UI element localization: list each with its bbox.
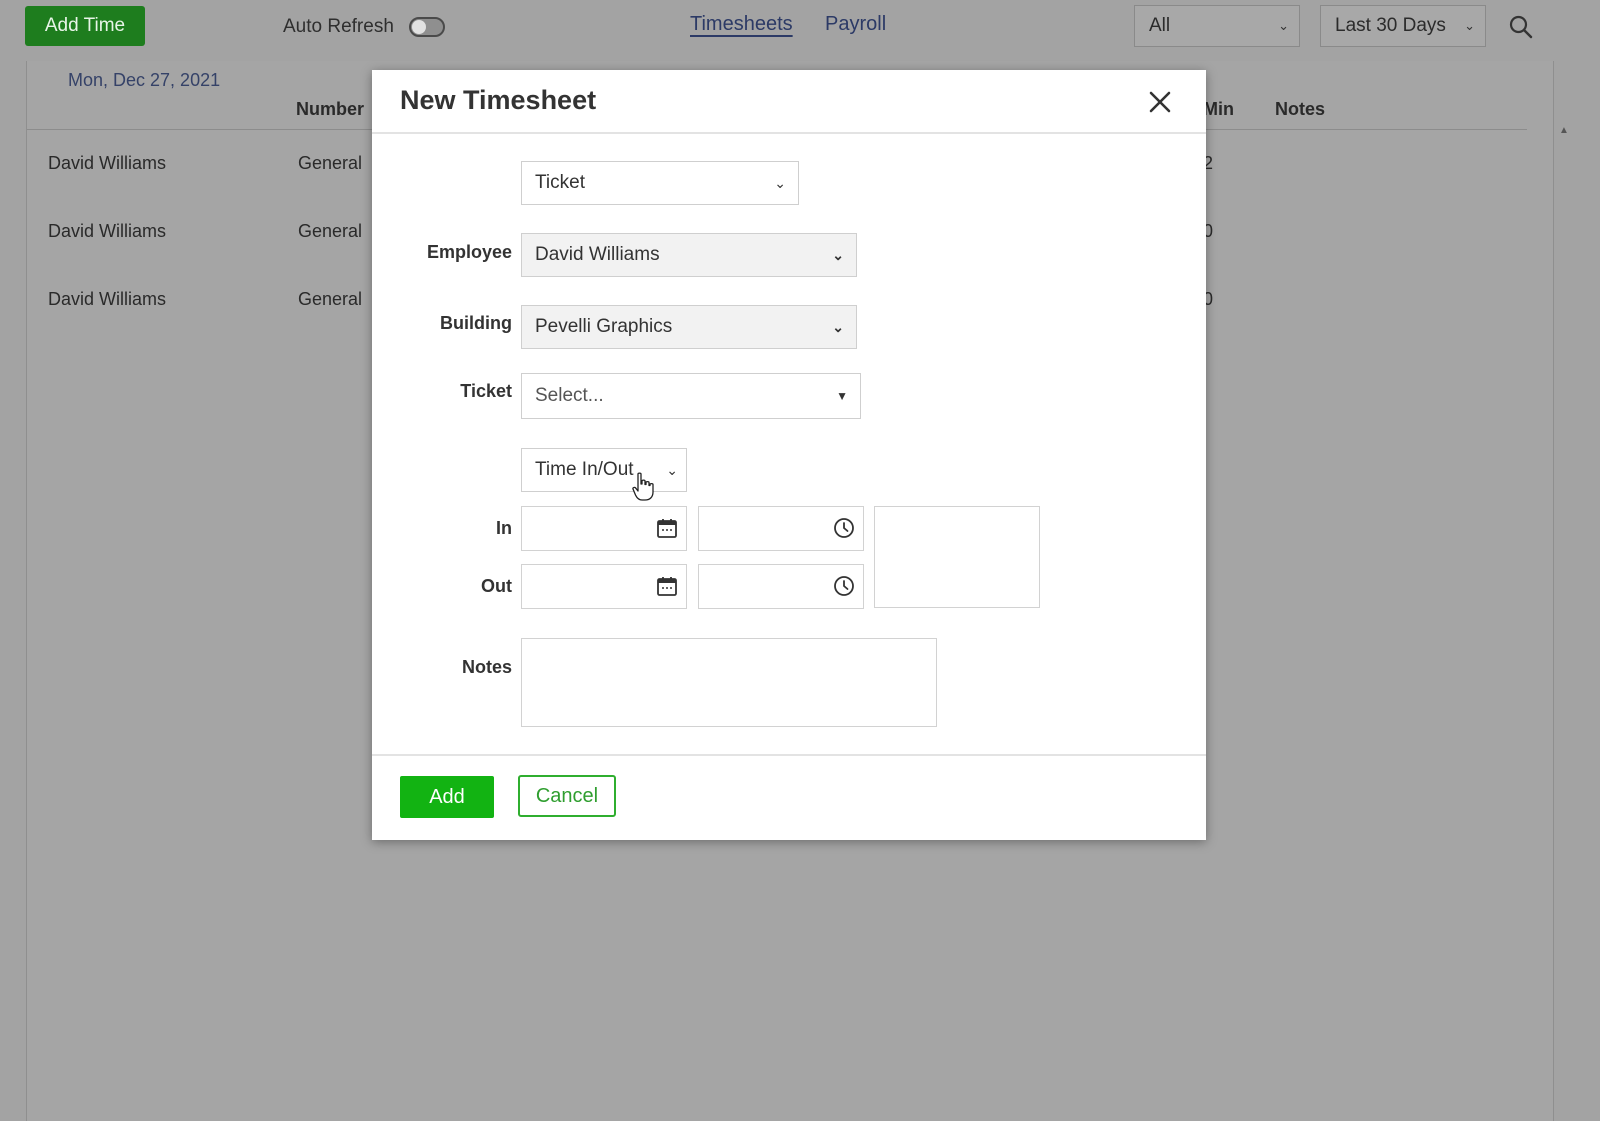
- dialog-header-divider: [372, 132, 1206, 134]
- search-icon[interactable]: [1508, 14, 1534, 40]
- add-button[interactable]: Add: [400, 776, 494, 818]
- dialog-footer-divider: [372, 754, 1206, 756]
- notes-label: Notes: [461, 657, 512, 677]
- tab-payroll[interactable]: Payroll: [825, 13, 886, 36]
- employee-value: David Williams: [535, 244, 660, 265]
- column-header-min[interactable]: Min: [1203, 99, 1234, 120]
- scroll-up-arrow-icon[interactable]: ▲: [1559, 125, 1569, 136]
- chevron-down-icon: ⌄: [774, 175, 786, 191]
- top-toolbar: Add Time Auto Refresh Timesheets Payroll…: [0, 0, 1600, 60]
- ticket-select[interactable]: Select... ▼: [521, 373, 861, 419]
- clock-icon[interactable]: [833, 517, 855, 539]
- scope-filter-select[interactable]: All ⌄: [1134, 5, 1300, 47]
- cancel-button[interactable]: Cancel: [518, 775, 616, 817]
- calendar-icon[interactable]: [656, 575, 678, 597]
- column-header-number[interactable]: Number: [296, 99, 364, 120]
- timesheet-type-select[interactable]: Ticket ⌄: [521, 161, 799, 205]
- calendar-icon[interactable]: [656, 517, 678, 539]
- scope-filter-value: All: [1149, 15, 1171, 36]
- date-range-value: Last 30 Days: [1335, 15, 1446, 36]
- auto-refresh-toggle[interactable]: [409, 17, 445, 37]
- dialog-title: New Timesheet: [400, 85, 597, 115]
- column-header-notes[interactable]: Notes: [1275, 99, 1325, 120]
- employee-select[interactable]: David Williams ⌄: [521, 233, 857, 277]
- row-employee[interactable]: David Williams: [48, 289, 166, 310]
- employee-label: Employee: [426, 242, 512, 262]
- caret-down-icon: ▼: [836, 389, 848, 403]
- tab-timesheets[interactable]: Timesheets: [690, 13, 793, 36]
- auto-refresh-label: Auto Refresh: [283, 16, 394, 37]
- building-value: Pevelli Graphics: [535, 316, 673, 337]
- notes-textarea[interactable]: [521, 638, 937, 727]
- hand-pointer-cursor-icon: [632, 472, 654, 501]
- toggle-knob: [412, 20, 426, 34]
- date-range-select[interactable]: Last 30 Days ⌄: [1320, 5, 1486, 47]
- clock-icon[interactable]: [833, 575, 855, 597]
- row-category: General: [298, 221, 363, 241]
- out-date-input[interactable]: [521, 564, 687, 609]
- timesheet-type-value: Ticket: [535, 172, 585, 193]
- row-category: General: [298, 289, 363, 309]
- ticket-placeholder: Select...: [535, 385, 604, 406]
- row-employee[interactable]: David Williams: [48, 153, 166, 174]
- time-mode-value: Time In/Out: [535, 459, 634, 480]
- out-time-input[interactable]: [698, 564, 864, 609]
- chevron-down-icon: ⌄: [1464, 18, 1475, 33]
- row-employee[interactable]: David Williams: [48, 221, 166, 242]
- date-group-header: Mon, Dec 27, 2021: [68, 70, 221, 90]
- chevron-down-icon: ⌄: [666, 462, 678, 478]
- time-mode-select[interactable]: Time In/Out ⌄: [521, 448, 687, 492]
- chevron-down-icon: ⌄: [832, 319, 844, 335]
- chevron-down-icon: ⌄: [832, 247, 844, 263]
- ticket-label: Ticket: [460, 381, 512, 401]
- building-select[interactable]: Pevelli Graphics ⌄: [521, 305, 857, 349]
- chevron-down-icon: ⌄: [1278, 18, 1289, 33]
- building-label: Building: [440, 313, 512, 333]
- close-icon[interactable]: [1148, 90, 1172, 114]
- new-timesheet-dialog: New Timesheet Ticket ⌄ Employee David Wi…: [372, 70, 1206, 840]
- add-time-button[interactable]: Add Time: [25, 6, 145, 46]
- in-time-input[interactable]: [698, 506, 864, 551]
- duration-display-box: [874, 506, 1040, 608]
- in-label: In: [496, 518, 512, 538]
- out-label: Out: [481, 576, 512, 596]
- row-category: General: [298, 153, 363, 173]
- in-date-input[interactable]: [521, 506, 687, 551]
